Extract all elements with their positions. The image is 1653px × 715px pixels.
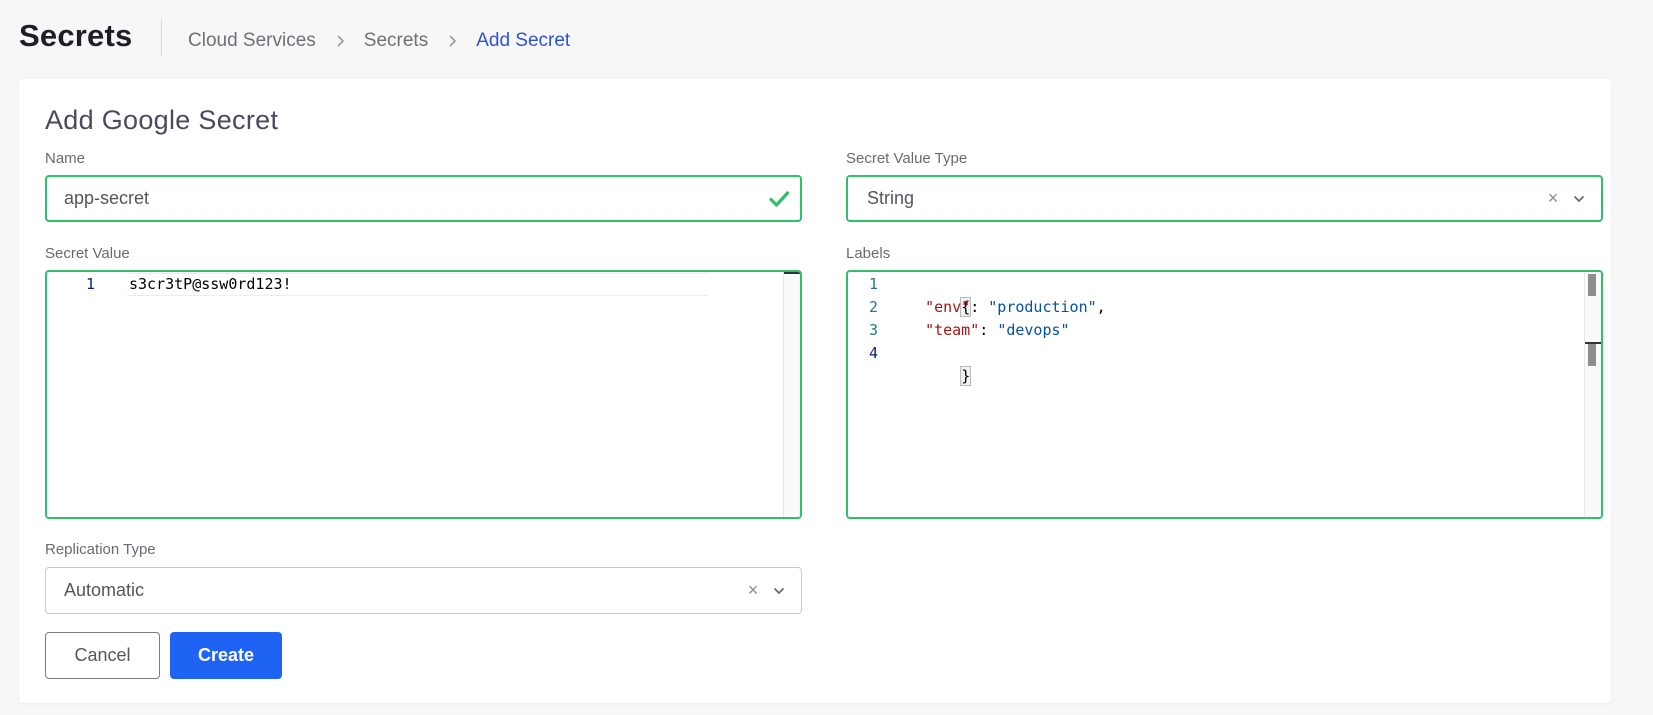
chevron-right-icon (316, 32, 364, 50)
line-number: 1 (868, 275, 878, 293)
editor-scrollbar[interactable] (1584, 272, 1601, 517)
label-value: "devops" (997, 321, 1070, 339)
label-key: "team" (925, 321, 980, 339)
name-label: Name (45, 150, 86, 167)
create-button[interactable]: Create (170, 632, 282, 679)
page-title: Secrets (19, 18, 133, 53)
replication-type-select[interactable]: Automatic × (45, 567, 802, 614)
chevron-right-icon (428, 32, 476, 50)
close-brace: } (960, 366, 972, 386)
label-key: "env" (925, 298, 971, 316)
secret-value-line: s3cr3tP@ssw0rd123! (129, 275, 292, 293)
label-value: "production" (988, 298, 1097, 316)
scroll-thumb[interactable] (1588, 274, 1596, 296)
secret-value-type-label: Secret Value Type (846, 150, 968, 167)
labels-label: Labels (846, 245, 891, 262)
editor-scrollbar[interactable] (783, 272, 800, 517)
page-header: Secrets Cloud Services Secrets Add Secre… (0, 0, 1653, 78)
code-line: { (907, 273, 972, 317)
labels-editor[interactable]: 1 2 3 4 { "env": "production", "team": "… (846, 270, 1603, 519)
secret-value-label: Secret Value (45, 245, 130, 262)
line-number: 1 (85, 275, 95, 293)
replication-type-value: Automatic (64, 580, 145, 600)
line-number: 2 (868, 298, 878, 316)
secret-value-type-select[interactable]: String × (846, 175, 1603, 222)
add-secret-card: Add Google Secret Name app-secret Secret… (19, 79, 1611, 703)
name-input-value: app-secret (64, 188, 150, 208)
secret-value-editor[interactable]: 1 s3cr3tP@ssw0rd123! (45, 270, 802, 519)
scroll-match-marker (1588, 344, 1596, 366)
breadcrumb-secrets[interactable]: Secrets (364, 30, 428, 52)
breadcrumb-cloud-services[interactable]: Cloud Services (188, 30, 316, 52)
line-number: 4 (868, 344, 878, 362)
check-icon (769, 191, 790, 207)
header-divider (161, 19, 162, 57)
breadcrumb: Cloud Services Secrets Add Secret (188, 30, 570, 52)
scroll-position-marker (784, 272, 800, 274)
code-line: } (907, 342, 972, 386)
label-trailing: , (1096, 298, 1106, 316)
line-number: 3 (868, 321, 878, 339)
chevron-down-icon[interactable] (1572, 192, 1586, 206)
cancel-button[interactable]: Cancel (45, 632, 160, 679)
clear-icon[interactable]: × (745, 581, 761, 599)
code-line: "env": "production", (925, 298, 1106, 316)
clear-icon[interactable]: × (1545, 189, 1561, 207)
replication-type-label: Replication Type (45, 541, 156, 558)
form-title: Add Google Secret (45, 105, 279, 135)
name-input[interactable]: app-secret (45, 175, 802, 222)
chevron-down-icon[interactable] (772, 584, 786, 598)
code-line: "team": "devops" (925, 321, 1070, 339)
secret-value-type-value: String (867, 188, 915, 208)
breadcrumb-add-secret: Add Secret (476, 30, 571, 51)
